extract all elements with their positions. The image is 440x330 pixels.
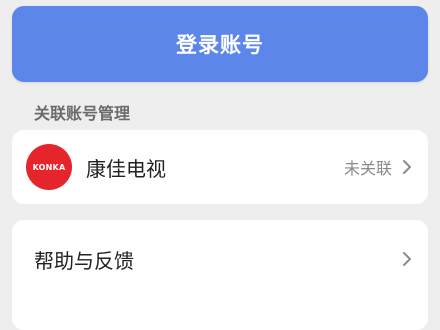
- link-status: 未关联: [343, 159, 392, 178]
- help-card: 帮助与反馈: [12, 220, 428, 330]
- linked-accounts-card: KONKA 康佳电视 未关联: [12, 130, 428, 204]
- linked-account-management-title: 关联账号管理: [34, 104, 131, 123]
- login-account-button[interactable]: 登录账号: [12, 6, 428, 82]
- linked-account-item-konka[interactable]: KONKA 康佳电视 未关联: [12, 130, 428, 204]
- help-feedback-item[interactable]: 帮助与反馈: [12, 220, 428, 298]
- chevron-right-icon: [403, 252, 411, 266]
- konka-logo: KONKA: [26, 144, 72, 190]
- linked-account-name: 康佳电视: [86, 156, 166, 181]
- help-feedback-label: 帮助与反馈: [34, 248, 134, 273]
- chevron-right-icon: [403, 160, 411, 174]
